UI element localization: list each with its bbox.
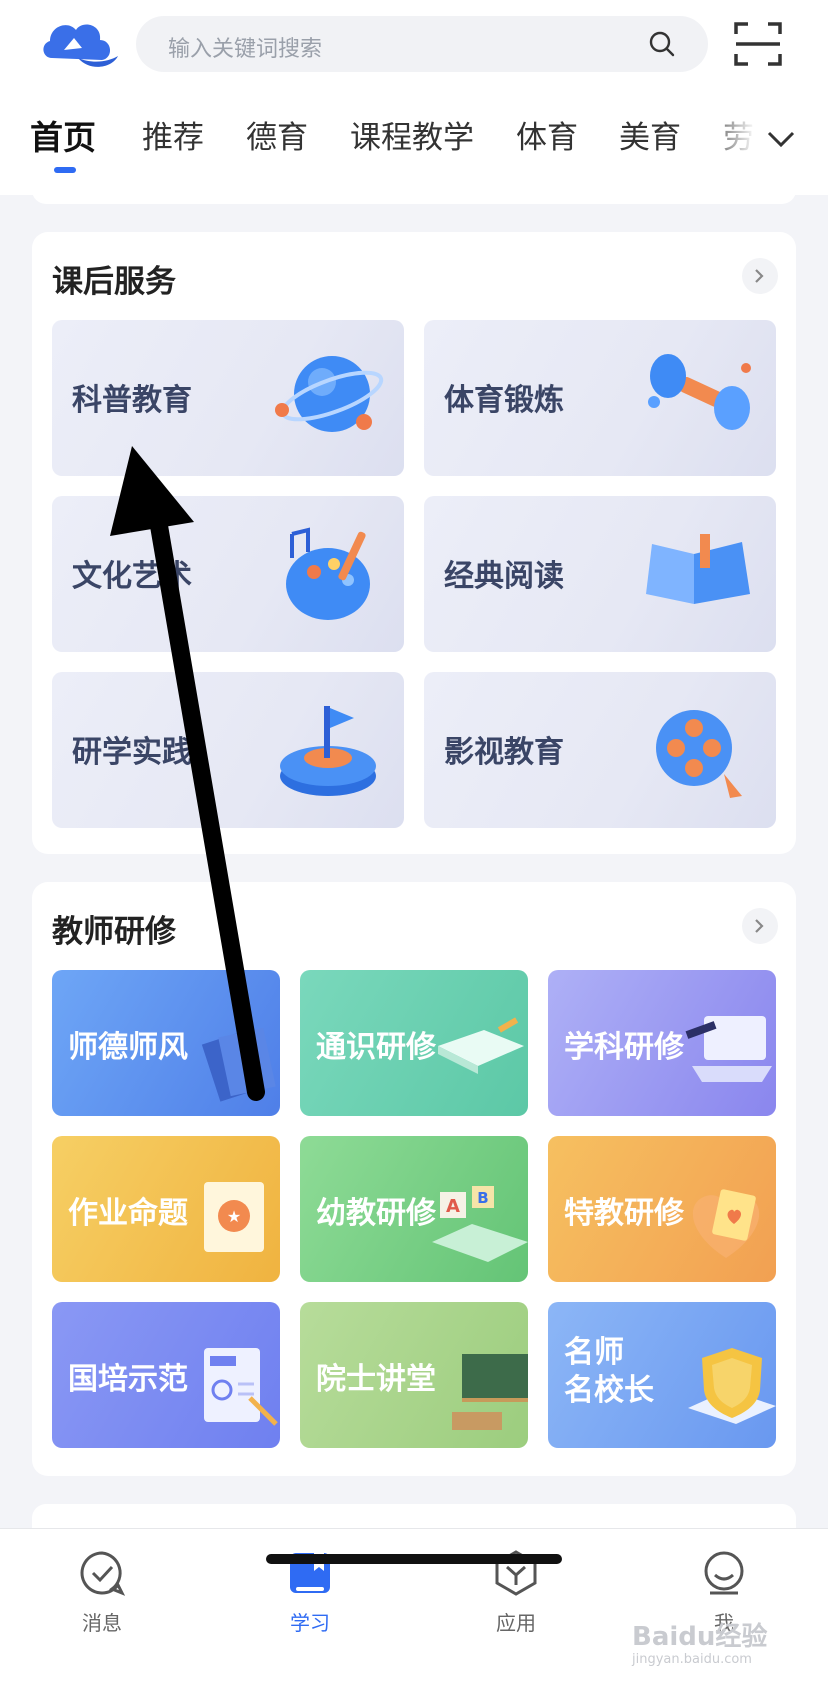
top-header: 输入关键词搜索 首页 推荐 德育 课程教学 体育 美育 劳	[0, 0, 828, 195]
scan-icon[interactable]	[734, 20, 782, 68]
training-tile-famous-teachers[interactable]: 名师 名校长	[548, 1302, 776, 1448]
home-indicator	[266, 1554, 562, 1564]
book-icon	[438, 1017, 524, 1074]
training-label-line1: 名师	[564, 1335, 624, 1370]
tab-home[interactable]: 首页	[30, 111, 96, 159]
science-globe-icon	[275, 356, 384, 432]
tab-curriculum[interactable]: 课程教学	[350, 112, 474, 157]
chevron-right-icon	[755, 919, 764, 933]
service-label: 影视教育	[444, 735, 564, 770]
category-tabs: 首页 推荐 德育 课程教学 体育 美育 劳	[0, 111, 828, 173]
abc-blocks-icon: A B	[432, 1186, 528, 1262]
service-label: 研学实践	[72, 735, 192, 770]
dumbbell-icon	[648, 354, 751, 430]
certificate-icon	[204, 1348, 278, 1426]
active-tab-indicator	[54, 167, 76, 173]
training-label: 学科研修	[564, 1030, 684, 1065]
service-tile-art[interactable]: 文化艺术	[52, 496, 404, 652]
previous-card-edge	[32, 186, 796, 204]
training-label: 作业命题	[68, 1196, 188, 1231]
film-reel-icon	[656, 710, 742, 798]
service-label: 经典阅读	[444, 559, 564, 594]
training-label: 师德师风	[68, 1030, 188, 1065]
watermark-brand: Baidu经验	[632, 1622, 768, 1652]
tab-moral[interactable]: 德育	[246, 112, 308, 157]
chevron-right-icon	[755, 269, 764, 283]
service-tile-study-travel[interactable]: 研学实践	[52, 672, 404, 828]
training-tile-special-ed[interactable]: 特教研修	[548, 1136, 776, 1282]
nav-messages[interactable]: 消息	[42, 1541, 162, 1635]
section-more-button[interactable]	[742, 258, 778, 294]
watermark-url: jingyan.baidu.com	[632, 1652, 752, 1667]
tab-sports[interactable]: 体育	[516, 112, 578, 157]
profile-icon	[704, 1551, 744, 1595]
service-label: 科普教育	[72, 383, 192, 418]
documents-icon	[201, 1027, 276, 1102]
training-label: 特教研修	[564, 1196, 684, 1231]
training-label: 幼教研修	[316, 1196, 436, 1231]
training-tile-subject[interactable]: 学科研修	[548, 970, 776, 1116]
art-palette-icon	[286, 527, 370, 620]
chevron-down-icon[interactable]	[766, 128, 796, 150]
training-label: 国培示范	[68, 1362, 188, 1397]
shield-badge-icon	[688, 1348, 776, 1424]
laptop-icon	[685, 1016, 772, 1082]
open-book-icon	[646, 534, 750, 604]
svg-text:A: A	[446, 1196, 460, 1217]
section-more-button[interactable]	[742, 908, 778, 944]
nav-label: 应用	[496, 1611, 536, 1635]
training-tile-homework[interactable]: 作业命题 ★	[52, 1136, 280, 1282]
service-tile-sports[interactable]: 体育锻炼	[424, 320, 776, 476]
training-label-line2: 名校长	[564, 1373, 654, 1408]
teacher-training-card: 教师研修 师德师风 通识研修 学科研修 作业命题 ★ 幼教研修 A B 特教研修…	[32, 882, 796, 1476]
blackboard-icon	[452, 1354, 528, 1430]
section-title: 教师研修	[52, 914, 176, 950]
training-label: 名师 名校长	[564, 1334, 674, 1410]
section-title: 课后服务	[52, 264, 176, 300]
search-placeholder: 输入关键词搜索	[168, 37, 323, 62]
svg-text:★: ★	[227, 1207, 241, 1226]
app-logo[interactable]	[38, 14, 122, 74]
training-tile-national[interactable]: 国培示范	[52, 1302, 280, 1448]
flag-platform-icon	[280, 706, 376, 796]
tab-recommend[interactable]: 推荐	[142, 112, 204, 157]
training-label: 通识研修	[316, 1030, 436, 1065]
training-tile-preschool[interactable]: 幼教研修 A B	[300, 1136, 528, 1282]
service-label: 体育锻炼	[444, 383, 564, 418]
heart-card-icon	[692, 1189, 760, 1258]
training-label: 院士讲堂	[316, 1362, 436, 1397]
nav-label: 学习	[290, 1611, 330, 1635]
service-label: 文化艺术	[72, 559, 192, 594]
tab-aesthetics[interactable]: 美育	[619, 112, 681, 157]
training-tile-general[interactable]: 通识研修	[300, 970, 528, 1116]
message-check-icon	[80, 1551, 126, 1596]
search-icon[interactable]	[648, 30, 676, 58]
service-tile-science[interactable]: 科普教育	[52, 320, 404, 476]
training-tile-academician[interactable]: 院士讲堂	[300, 1302, 528, 1448]
after-school-card: 课后服务 科普教育 体育锻炼 文化艺术 经典阅读 研学实践 影视教育	[32, 232, 796, 854]
service-tile-reading[interactable]: 经典阅读	[424, 496, 776, 652]
medal-folder-icon: ★	[204, 1182, 264, 1252]
service-tile-film[interactable]: 影视教育	[424, 672, 776, 828]
search-bar[interactable]: 输入关键词搜索	[136, 16, 708, 72]
nav-label: 消息	[82, 1611, 122, 1635]
training-tile-ethics[interactable]: 师德师风	[52, 970, 280, 1116]
svg-text:B: B	[477, 1189, 488, 1207]
